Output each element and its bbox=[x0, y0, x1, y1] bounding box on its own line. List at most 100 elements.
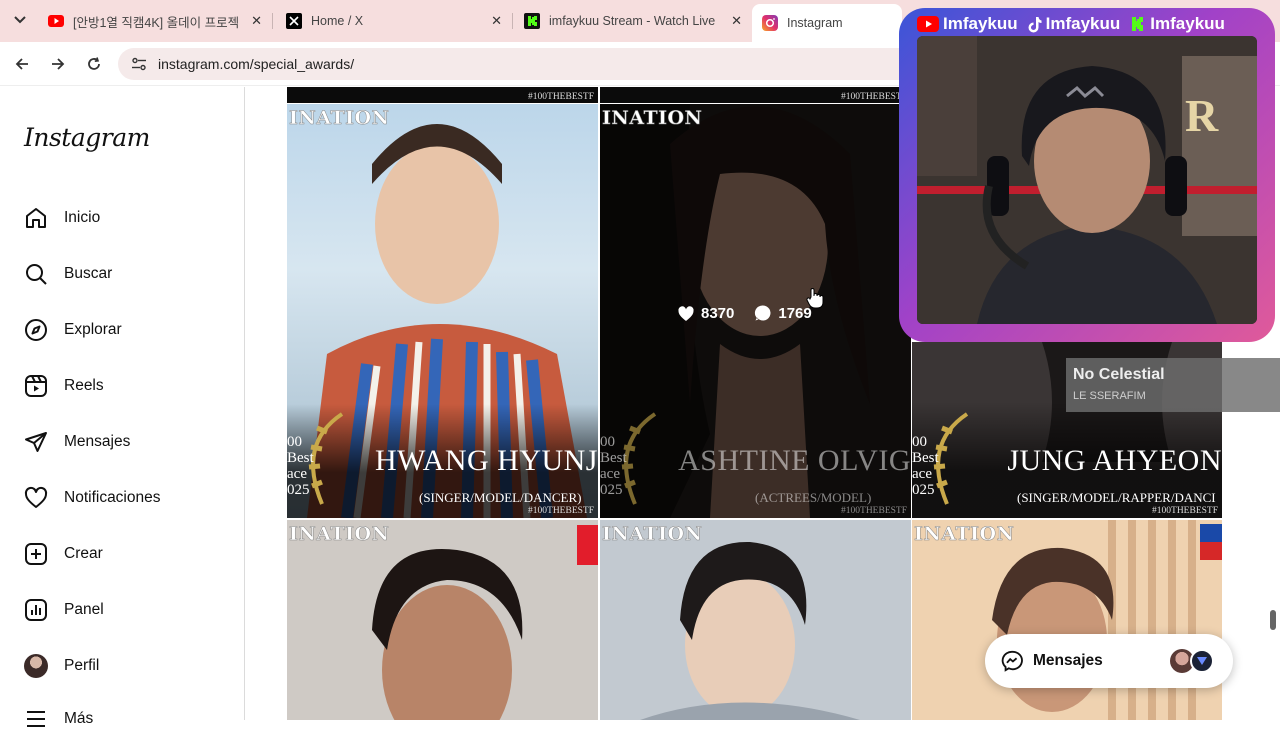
sidebar-item-label: Panel bbox=[64, 601, 104, 618]
browser-tab-x[interactable]: Home / X ✕ bbox=[276, 6, 510, 36]
sidebar-item-label: Notificaciones bbox=[64, 489, 161, 506]
tab-title: Home / X bbox=[311, 14, 364, 28]
close-icon[interactable]: ✕ bbox=[251, 13, 262, 29]
compass-icon bbox=[24, 318, 48, 342]
sidebar-item-crear[interactable]: Crear bbox=[24, 540, 103, 568]
instagram-icon bbox=[762, 15, 778, 31]
sidebar-item-mensajes[interactable]: Mensajes bbox=[24, 428, 130, 456]
tab-title: Instagram bbox=[787, 16, 843, 30]
sidebar-item-notificaciones[interactable]: Notificaciones bbox=[24, 484, 161, 512]
nomination-banner: INATION bbox=[289, 523, 390, 546]
handle-label: Imfaykuu bbox=[1045, 14, 1121, 33]
reload-icon bbox=[88, 57, 100, 70]
stream-handles: Imfaykuu Imfaykuu Imfaykuu bbox=[917, 14, 1225, 34]
x-icon bbox=[286, 13, 302, 29]
laurel-text: 00 Best ace 025 bbox=[600, 434, 627, 498]
sidebar-item-label: Perfil bbox=[64, 657, 100, 674]
url-field[interactable]: instagram.com/special_awards/ bbox=[118, 48, 918, 80]
webcam-frame: R bbox=[917, 36, 1257, 324]
menu-icon bbox=[24, 707, 48, 731]
nomination-banner: INATION bbox=[289, 107, 390, 130]
sidebar-item-label: Mensajes bbox=[64, 433, 131, 450]
messenger-icon bbox=[1001, 650, 1023, 672]
sidebar-item-panel[interactable]: Panel bbox=[24, 596, 104, 624]
messages-floating-button[interactable]: Mensajes bbox=[985, 634, 1233, 688]
sidebar-item-mas[interactable]: Más bbox=[24, 705, 93, 733]
sidebar-item-label: Buscar bbox=[64, 265, 113, 282]
arrow-left-icon bbox=[15, 58, 28, 70]
instagram-sidebar: Instagram Inicio Buscar Explorar Reels M… bbox=[0, 87, 245, 727]
nominee-name: HWANG HYUNJ bbox=[375, 444, 598, 477]
browser-tab-instagram[interactable]: Instagram bbox=[752, 4, 902, 42]
nomination-banner: INATION bbox=[602, 523, 703, 546]
sidebar-item-label: Crear bbox=[64, 545, 103, 562]
sidebar-item-explorar[interactable]: Explorar bbox=[24, 316, 122, 344]
now-playing-overlay: No Celestial LE SSERAFIM bbox=[1066, 358, 1280, 412]
youtube-icon bbox=[917, 16, 939, 32]
heart-icon bbox=[24, 486, 48, 510]
send-icon bbox=[24, 430, 48, 454]
nominee-role: (ACTREES/MODEL) bbox=[755, 490, 872, 505]
post-hover-stats: 8370 1769 bbox=[677, 304, 812, 322]
reload-button[interactable] bbox=[82, 52, 106, 76]
comment-filled-icon bbox=[755, 305, 771, 321]
streamer-webcam-overlay: Imfaykuu Imfaykuu Imfaykuu R bbox=[899, 8, 1275, 342]
post-card[interactable]: INATION 00 Best ace 025 HWANG HYUNJ (SINGER… bbox=[287, 104, 598, 518]
sidebar-item-reels[interactable]: Reels bbox=[24, 372, 104, 400]
tab-title: [안방1열 직캠4K] 올데이 프로젝 bbox=[73, 15, 240, 30]
hand-cursor-icon bbox=[806, 288, 824, 309]
now-playing-artist: LE SSERAFIM bbox=[1073, 390, 1146, 402]
sidebar-item-buscar[interactable]: Buscar bbox=[24, 260, 112, 288]
post-previous-strip[interactable]: #100THEBESTF bbox=[287, 87, 598, 103]
post-photo bbox=[287, 520, 598, 720]
kick-icon bbox=[1132, 17, 1144, 31]
post-card[interactable]: INATION bbox=[912, 520, 1222, 720]
sidebar-item-inicio[interactable]: Inicio bbox=[24, 204, 100, 232]
arrow-right-icon bbox=[52, 58, 65, 70]
search-icon bbox=[24, 262, 48, 286]
svg-text:R: R bbox=[1185, 90, 1219, 141]
tab-search-menu-button[interactable] bbox=[8, 8, 32, 32]
forward-button[interactable] bbox=[46, 52, 70, 76]
post-photo bbox=[600, 520, 911, 720]
post-card[interactable]: INATION 00 Best ace 025 ASHTINE OLVIG (ACTR… bbox=[600, 104, 911, 518]
post-card[interactable]: INATION bbox=[600, 520, 911, 720]
nominee-name: JUNG AHYEON bbox=[1007, 444, 1222, 477]
sidebar-item-label: Inicio bbox=[64, 209, 101, 226]
nominee-role: (SINGER/MODEL/DANCER) bbox=[419, 490, 582, 505]
sidebar-item-label: Reels bbox=[64, 377, 104, 394]
plus-square-icon bbox=[24, 542, 48, 566]
youtube-icon bbox=[48, 15, 64, 27]
close-icon[interactable]: ✕ bbox=[491, 13, 502, 29]
close-icon[interactable]: ✕ bbox=[731, 13, 742, 29]
home-icon bbox=[24, 206, 48, 230]
back-button[interactable] bbox=[10, 52, 34, 76]
instagram-logo[interactable]: Instagram bbox=[24, 123, 150, 152]
url-text: instagram.com/special_awards/ bbox=[158, 56, 355, 72]
tiktok-icon bbox=[1028, 16, 1042, 32]
handle-label: Imfaykuu bbox=[943, 14, 1018, 33]
page-scrollbar-thumb[interactable] bbox=[1270, 610, 1276, 630]
post-previous-strip[interactable]: #100THEBESTF bbox=[600, 87, 911, 103]
messages-label: Mensajes bbox=[1033, 652, 1103, 669]
sidebar-item-label: Explorar bbox=[64, 321, 122, 338]
tab-title: imfaykuu Stream - Watch Live o bbox=[549, 14, 719, 28]
site-info-icon[interactable] bbox=[130, 55, 148, 73]
browser-tab-youtube[interactable]: [안방1열 직캠4K] 올데이 프로젝 ✕ bbox=[38, 6, 270, 36]
kick-icon bbox=[524, 13, 540, 29]
post-card[interactable]: INATION bbox=[287, 520, 598, 720]
like-count: 8370 bbox=[701, 304, 735, 322]
chart-icon bbox=[24, 598, 48, 622]
laurel-text: 00 Best ace 025 bbox=[912, 434, 939, 498]
webcam-video: R bbox=[917, 36, 1257, 324]
laurel-text: 00 Best ace 025 bbox=[287, 434, 314, 498]
avatar bbox=[1190, 649, 1214, 673]
post-photo bbox=[912, 520, 1222, 720]
sidebar-item-perfil[interactable]: Perfil bbox=[24, 652, 99, 680]
sidebar-item-label: Más bbox=[64, 710, 94, 727]
nominee-role: (SINGER/MODEL/RAPPER/DANCI bbox=[1017, 490, 1216, 505]
nominee-name: ASHTINE OLVIG bbox=[678, 444, 911, 477]
nomination-banner: INATION bbox=[914, 523, 1015, 546]
handle-label: Imfaykuu bbox=[1150, 14, 1225, 33]
browser-tab-kick[interactable]: imfaykuu Stream - Watch Live o ✕ bbox=[514, 6, 750, 36]
